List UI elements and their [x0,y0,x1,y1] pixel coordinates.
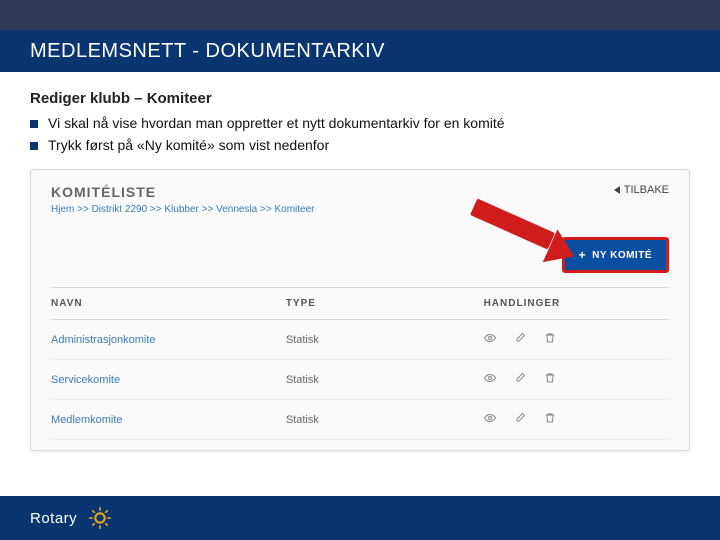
back-link-label: TILBAKE [624,184,669,196]
list-item: Trykk først på «Ny komité» som vist nede… [30,137,690,153]
table-row: Medlemkomite Statisk [51,400,669,440]
row-name[interactable]: Administrasjonkomite [51,334,286,346]
row-type: Statisk [286,334,484,346]
delete-icon[interactable] [544,372,556,387]
instruction-list: Vi skal nå vise hvordan man oppretter et… [30,115,690,153]
callout-arrow [462,207,572,267]
footer-brand: Rotary [30,510,77,527]
breadcrumb[interactable]: Hjem >> Distrikt 2290 >> Klubber >> Venn… [51,204,315,215]
view-icon[interactable] [484,332,496,347]
section-subtitle: Rediger klubb – Komiteer [30,90,690,107]
slide-title: MEDLEMSNETT - DOKUMENTARKIV [30,40,385,63]
delete-icon[interactable] [544,412,556,427]
list-item: Vi skal nå vise hvordan man oppretter et… [30,115,690,131]
row-type: Statisk [286,374,484,386]
edit-icon[interactable] [514,412,526,427]
row-name[interactable]: Medlemkomite [51,414,286,426]
plus-icon: + [579,248,587,262]
table-row: Administrasjonkomite Statisk [51,320,669,360]
col-header-name: NAVN [51,298,286,309]
edit-icon[interactable] [514,332,526,347]
row-name[interactable]: Servicekomite [51,374,286,386]
col-header-type: TYPE [286,298,484,309]
new-committee-button[interactable]: + NY KOMITÉ [562,237,669,273]
list-item-text: Trykk først på «Ny komité» som vist nede… [48,137,329,153]
col-header-actions: HANDLINGER [484,298,669,309]
footer-bar: Rotary [0,496,720,540]
bullet-marker [30,142,38,150]
delete-icon[interactable] [544,332,556,347]
top-accent-bar [0,0,720,30]
table-header-row: NAVN TYPE HANDLINGER [51,287,669,320]
bullet-marker [30,120,38,128]
slide-title-bar: MEDLEMSNETT - DOKUMENTARKIV [0,30,720,72]
table-row: Servicekomite Statisk [51,360,669,400]
edit-icon[interactable] [514,372,526,387]
back-arrow-icon [614,186,620,194]
panel-title: KOMITÉLISTE [51,184,315,200]
rotary-gear-icon [87,505,113,531]
new-committee-label: NY KOMITÉ [592,250,652,261]
list-item-text: Vi skal nå vise hvordan man oppretter et… [48,115,505,131]
screenshot-panel: KOMITÉLISTE Hjem >> Distrikt 2290 >> Klu… [30,169,690,451]
view-icon[interactable] [484,372,496,387]
back-link[interactable]: TILBAKE [614,184,669,196]
row-type: Statisk [286,414,484,426]
view-icon[interactable] [484,412,496,427]
